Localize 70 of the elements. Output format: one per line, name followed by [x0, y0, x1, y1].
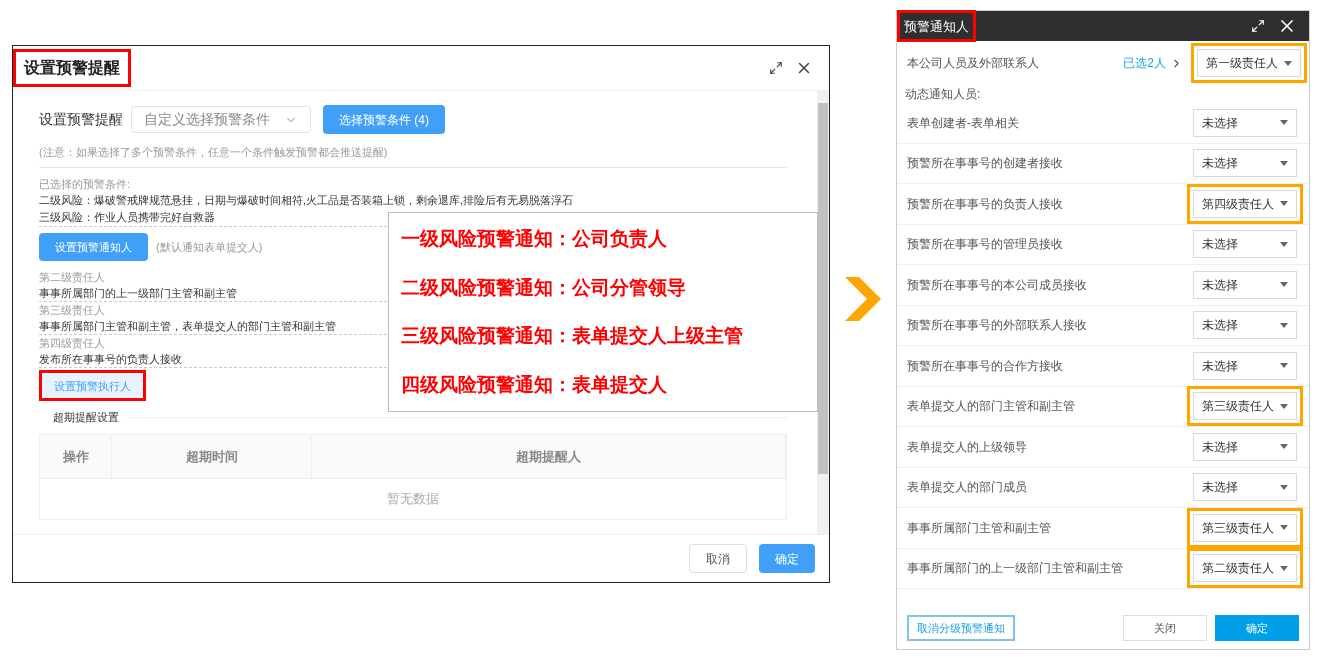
column-header: 超期提醒人 [312, 434, 786, 478]
row-label: 事事所属部门主管和副主管 [907, 519, 1052, 537]
condition-text: 二级风险：爆破警戒牌规范悬挂，日期与爆破时间相符,火工品是否装箱上锁，剩余退库,排险后有无易脱落浮石 [39, 193, 575, 208]
row-label: 预警所在事事号的管理员接收 [907, 236, 1064, 254]
level-label: 第四级责任人 [39, 336, 105, 351]
level-select[interactable]: 未选择 [1193, 149, 1297, 178]
level-select[interactable]: 第四级责任人 [1193, 189, 1297, 218]
row-label: 预警所在事事号的合作方接收 [907, 357, 1064, 375]
level-select[interactable]: 第三级责任人 [1193, 513, 1297, 542]
section-label: 已选择的预警条件: [39, 176, 132, 192]
caret-icon [1280, 201, 1288, 207]
section-label: 动态通知人员: [904, 86, 982, 103]
level-select[interactable]: 第三级责任人 [1193, 392, 1297, 421]
annotation-text: 四级风险预警通知：表单提交人 [401, 372, 668, 397]
caret-icon [1280, 120, 1288, 126]
level-value: 事事所属部门主管和副主管，表单提交人的部门主管和副主管 [39, 319, 336, 334]
level-select[interactable]: 未选择 [1193, 270, 1297, 299]
maximize-icon[interactable] [1251, 19, 1265, 33]
field-label: 设置预警提醒 [39, 110, 123, 129]
annotation-text: 二级风险预警通知：公司分管领导 [401, 275, 687, 300]
caret-icon [1280, 525, 1288, 531]
condition-select[interactable]: 自定义选择预警条件 [131, 106, 311, 133]
column-header: 超期时间 [112, 434, 312, 478]
row-label: 预警所在事事号的负责人接收 [907, 195, 1064, 213]
caret-icon [1280, 241, 1288, 247]
row-label: 表单提交人的上级领导 [907, 438, 1028, 456]
level-select[interactable]: 第一级责任人 [1197, 49, 1301, 77]
row-label: 表单提交人的部门成员 [907, 479, 1028, 497]
arrow-icon [845, 277, 881, 321]
level-label: 第三级责任人 [39, 303, 105, 318]
row-label: 表单提交人的部门主管和副主管 [907, 398, 1076, 416]
close-button[interactable]: 关闭 [1123, 615, 1207, 641]
annotation-text: 三级风险预警通知：表单提交人上级主管 [401, 324, 744, 348]
dialog-title: 设置预警提醒 [24, 59, 120, 76]
row-label: 预警所在事事号的本公司成员接收 [907, 276, 1088, 294]
level-label: 第二级责任人 [39, 270, 105, 285]
caret-icon [1280, 565, 1288, 571]
caret-icon [1280, 484, 1288, 490]
level-value: 发布所在事事号的负责人接收 [39, 352, 182, 367]
caret-icon [1280, 403, 1288, 409]
row-label: 预警所在事事号的创建者接收 [907, 155, 1064, 173]
row-label: 预警所在事事号的外部联系人接收 [907, 317, 1088, 335]
column-header: 操作 [40, 434, 112, 478]
annotation-text: 一级风险预警通知：公司负责人 [401, 227, 668, 251]
row-label: 事事所属部门的上一级部门主管和副主管 [907, 560, 1124, 578]
empty-text: 暂无数据 [387, 490, 439, 508]
level-value: 事事所属部门的上一级部门主管和副主管 [39, 286, 237, 301]
row-label: 本公司人员及外部联系人 [907, 55, 1040, 72]
caret-icon [1280, 363, 1288, 369]
hint-text: (默认通知表单提交人) [156, 239, 263, 255]
row-label: 表单创建者-表单相关 [907, 114, 1020, 132]
section-title: 超期提醒设置 [53, 410, 119, 426]
level-select[interactable]: 未选择 [1193, 432, 1297, 461]
caret-icon [1280, 160, 1288, 166]
scrollbar[interactable] [817, 91, 829, 534]
caret-icon [1280, 282, 1288, 288]
caret-icon [1280, 322, 1288, 328]
level-select[interactable]: 未选择 [1193, 473, 1297, 502]
maximize-icon[interactable] [769, 61, 783, 75]
note-text: (注意：如果选择了多个预警条件，任意一个条件触发预警都会推送提醒) [39, 145, 389, 160]
cancel-button[interactable]: 取消 [689, 544, 747, 573]
panel-title: 预警通知人 [904, 19, 969, 34]
level-select[interactable]: 未选择 [1193, 351, 1297, 380]
level-select[interactable]: 未选择 [1193, 311, 1297, 340]
caret-icon [1284, 60, 1292, 66]
condition-text: 三级风险：作业人员携带完好自救器 [39, 210, 216, 225]
caret-icon [1280, 444, 1288, 450]
level-select[interactable]: 未选择 [1193, 108, 1297, 137]
level-select[interactable]: 未选择 [1193, 230, 1297, 259]
level-select[interactable]: 第二级责任人 [1193, 554, 1297, 583]
